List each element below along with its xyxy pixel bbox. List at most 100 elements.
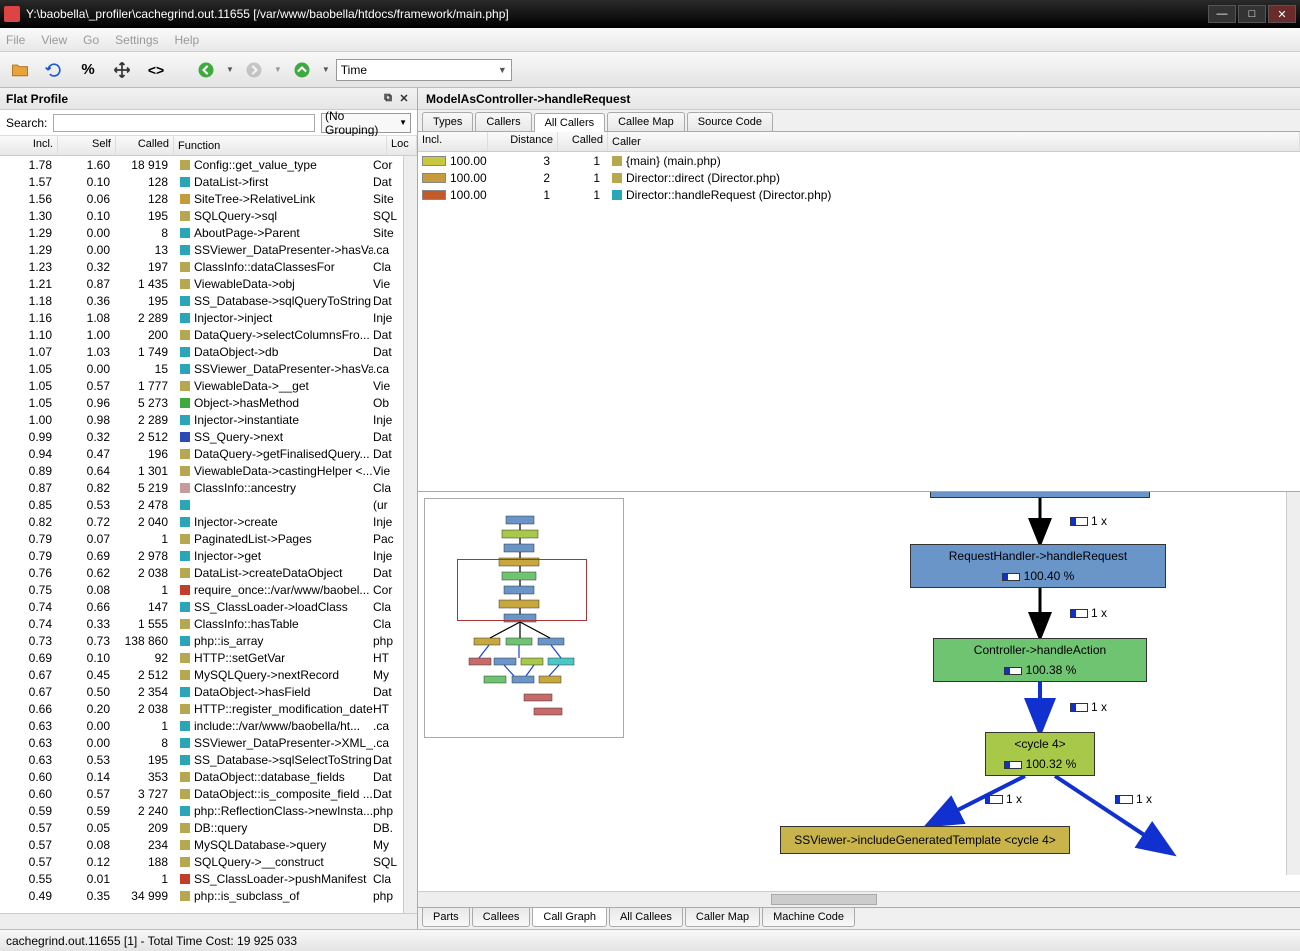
table-row[interactable]: 0.890.641 301ViewableData->castingHelper… <box>0 462 403 479</box>
col-distance[interactable]: Distance <box>488 132 558 151</box>
vertical-scrollbar[interactable] <box>403 156 417 913</box>
move-button[interactable] <box>108 56 136 84</box>
table-row[interactable]: 1.180.36195SS_Database->sqlQueryToString… <box>0 292 403 309</box>
table-row[interactable]: 1.000.982 289Injector->instantiate Inje <box>0 411 403 428</box>
table-row[interactable]: 0.600.14353DataObject::database_fields D… <box>0 768 403 785</box>
tab-caller-map[interactable]: Caller Map <box>685 908 760 927</box>
table-row[interactable]: 0.740.66147SS_ClassLoader->loadClass Cla <box>0 598 403 615</box>
tab-types[interactable]: Types <box>422 112 473 131</box>
table-row[interactable]: 0.730.73138 860php::is_arrayphp <box>0 632 403 649</box>
table-row[interactable]: 1.210.871 435ViewableData->obj Vie <box>0 275 403 292</box>
col-self[interactable]: Self <box>58 136 116 155</box>
table-row[interactable]: 100.0021Director::direct (Director.php) <box>418 169 1300 186</box>
table-row[interactable]: 0.750.081require_once::/var/www/baobel..… <box>0 581 403 598</box>
table-row[interactable]: 1.560.06128SiteTree->RelativeLink Site <box>0 190 403 207</box>
table-row[interactable]: 0.570.05209DB::queryDB. <box>0 819 403 836</box>
table-row[interactable]: 0.590.592 240php::ReflectionClass->newIn… <box>0 802 403 819</box>
table-row[interactable]: 100.0011Director::handleRequest (Directo… <box>418 186 1300 203</box>
graph-node-clipped[interactable] <box>930 492 1150 498</box>
tab-callee-map[interactable]: Callee Map <box>607 112 685 131</box>
table-row[interactable]: 0.850.532 478(ur <box>0 496 403 513</box>
graph-node-controller[interactable]: Controller->handleAction 100.38 % <box>933 638 1147 682</box>
table-row[interactable]: 0.550.011SS_ClassLoader->pushManifestCla <box>0 870 403 887</box>
table-row[interactable]: 0.940.47196DataQuery->getFinalisedQuery.… <box>0 445 403 462</box>
menu-settings[interactable]: Settings <box>115 33 158 47</box>
collapse-button[interactable]: <> <box>142 56 170 84</box>
table-row[interactable]: 0.490.3534 999php::is_subclass_ofphp <box>0 887 403 904</box>
table-row[interactable]: 0.820.722 040Injector->create Inje <box>0 513 403 530</box>
tab-callees[interactable]: Callees <box>472 908 531 927</box>
tab-callers[interactable]: Callers <box>475 112 531 131</box>
col-function[interactable]: Function <box>174 136 387 155</box>
menu-go[interactable]: Go <box>83 33 99 47</box>
reload-button[interactable] <box>40 56 68 84</box>
table-row[interactable]: 0.760.622 038DataList->createDataObject … <box>0 564 403 581</box>
metric-combo[interactable]: Time ▼ <box>336 59 512 81</box>
grouping-combo[interactable]: (No Grouping) ▼ <box>321 113 411 133</box>
table-row[interactable]: 1.230.32197ClassInfo::dataClassesFor Cla <box>0 258 403 275</box>
up-dropdown-icon[interactable]: ▼ <box>322 65 330 74</box>
table-row[interactable]: 0.630.001include::/var/www/baobella/ht..… <box>0 717 403 734</box>
col-location[interactable]: Loc <box>387 136 417 155</box>
table-row[interactable]: 100.0031{main} (main.php) <box>418 152 1300 169</box>
forward-button[interactable] <box>240 56 268 84</box>
tab-source-code[interactable]: Source Code <box>687 112 773 131</box>
up-button[interactable] <box>288 56 316 84</box>
menu-file[interactable]: File <box>6 33 25 47</box>
maximize-button[interactable]: □ <box>1238 5 1266 23</box>
table-row[interactable]: 0.600.573 727DataObject::is_composite_fi… <box>0 785 403 802</box>
vertical-scrollbar[interactable] <box>1286 492 1300 875</box>
table-row[interactable]: 0.740.331 555ClassInfo::hasTableCla <box>0 615 403 632</box>
table-row[interactable]: 1.101.00200DataQuery->selectColumnsFro..… <box>0 326 403 343</box>
table-row[interactable]: 0.690.1092HTTP::setGetVarHT <box>0 649 403 666</box>
table-row[interactable]: 0.630.53195SS_Database->sqlSelectToStrin… <box>0 751 403 768</box>
graph-node-ssviewer[interactable]: SSViewer->includeGeneratedTemplate <cycl… <box>780 826 1070 854</box>
minimize-button[interactable]: — <box>1208 5 1236 23</box>
table-row[interactable]: 1.290.008AboutPage->ParentSite <box>0 224 403 241</box>
table-row[interactable]: 0.670.452 512MySQLQuery->nextRecordMy <box>0 666 403 683</box>
table-row[interactable]: 0.570.08234MySQLDatabase->queryMy <box>0 836 403 853</box>
search-input[interactable] <box>53 114 315 132</box>
col-called[interactable]: Called <box>558 132 608 151</box>
table-row[interactable]: 1.781.6018 919Config::get_value_typeCor <box>0 156 403 173</box>
back-button[interactable] <box>192 56 220 84</box>
table-row[interactable]: 1.050.571 777ViewableData->__get Vie <box>0 377 403 394</box>
table-row[interactable]: 0.630.008SSViewer_DataPresenter->XML_...… <box>0 734 403 751</box>
table-row[interactable]: 0.790.692 978Injector->get Inje <box>0 547 403 564</box>
tab-all-callers[interactable]: All Callers <box>534 113 606 132</box>
col-incl[interactable]: Incl. <box>0 136 58 155</box>
horizontal-scrollbar[interactable] <box>0 913 417 929</box>
table-row[interactable]: 0.570.12188SQLQuery->__constructSQL <box>0 853 403 870</box>
percent-button[interactable]: % <box>74 56 102 84</box>
table-row[interactable]: 1.050.0015SSViewer_DataPresenter->hasVa.… <box>0 360 403 377</box>
graph-node-requesthandler[interactable]: RequestHandler->handleRequest 100.40 % <box>910 544 1166 588</box>
graph-node-cycle4[interactable]: <cycle 4> 100.32 % <box>985 732 1095 776</box>
table-row[interactable]: 0.990.322 512SS_Query->nextDat <box>0 428 403 445</box>
call-graph-overview[interactable] <box>424 498 624 738</box>
table-row[interactable]: 0.870.825 219ClassInfo::ancestry Cla <box>0 479 403 496</box>
detach-icon[interactable]: ⧉ <box>381 92 395 106</box>
tab-call-graph[interactable]: Call Graph <box>532 908 607 927</box>
menu-view[interactable]: View <box>41 33 67 47</box>
table-row[interactable]: 0.660.202 038HTTP::register_modification… <box>0 700 403 717</box>
table-row[interactable]: 0.670.502 354DataObject->hasField Dat <box>0 683 403 700</box>
table-row[interactable]: 1.071.031 749DataObject->db Dat <box>0 343 403 360</box>
col-incl[interactable]: Incl. <box>418 132 488 151</box>
col-called[interactable]: Called <box>116 136 174 155</box>
horizontal-scrollbar[interactable] <box>418 891 1300 907</box>
table-row[interactable]: 1.161.082 289Injector->inject Inje <box>0 309 403 326</box>
tab-machine-code[interactable]: Machine Code <box>762 908 855 927</box>
overview-viewport-box[interactable] <box>457 559 587 621</box>
close-icon[interactable]: ✕ <box>397 92 411 106</box>
table-row[interactable]: 1.290.0013SSViewer_DataPresenter->hasVa.… <box>0 241 403 258</box>
table-row[interactable]: 1.300.10195SQLQuery->sqlSQL <box>0 207 403 224</box>
forward-dropdown-icon[interactable]: ▼ <box>274 65 282 74</box>
tab-parts[interactable]: Parts <box>422 908 470 927</box>
col-caller[interactable]: Caller <box>608 132 1300 151</box>
back-dropdown-icon[interactable]: ▼ <box>226 65 234 74</box>
menu-help[interactable]: Help <box>175 33 200 47</box>
open-button[interactable] <box>6 56 34 84</box>
call-graph-canvas[interactable]: 1 x RequestHandler->handleRequest 100.40… <box>630 492 1300 891</box>
tab-all-callees[interactable]: All Callees <box>609 908 683 927</box>
table-row[interactable]: 1.570.10128DataList->first Dat <box>0 173 403 190</box>
